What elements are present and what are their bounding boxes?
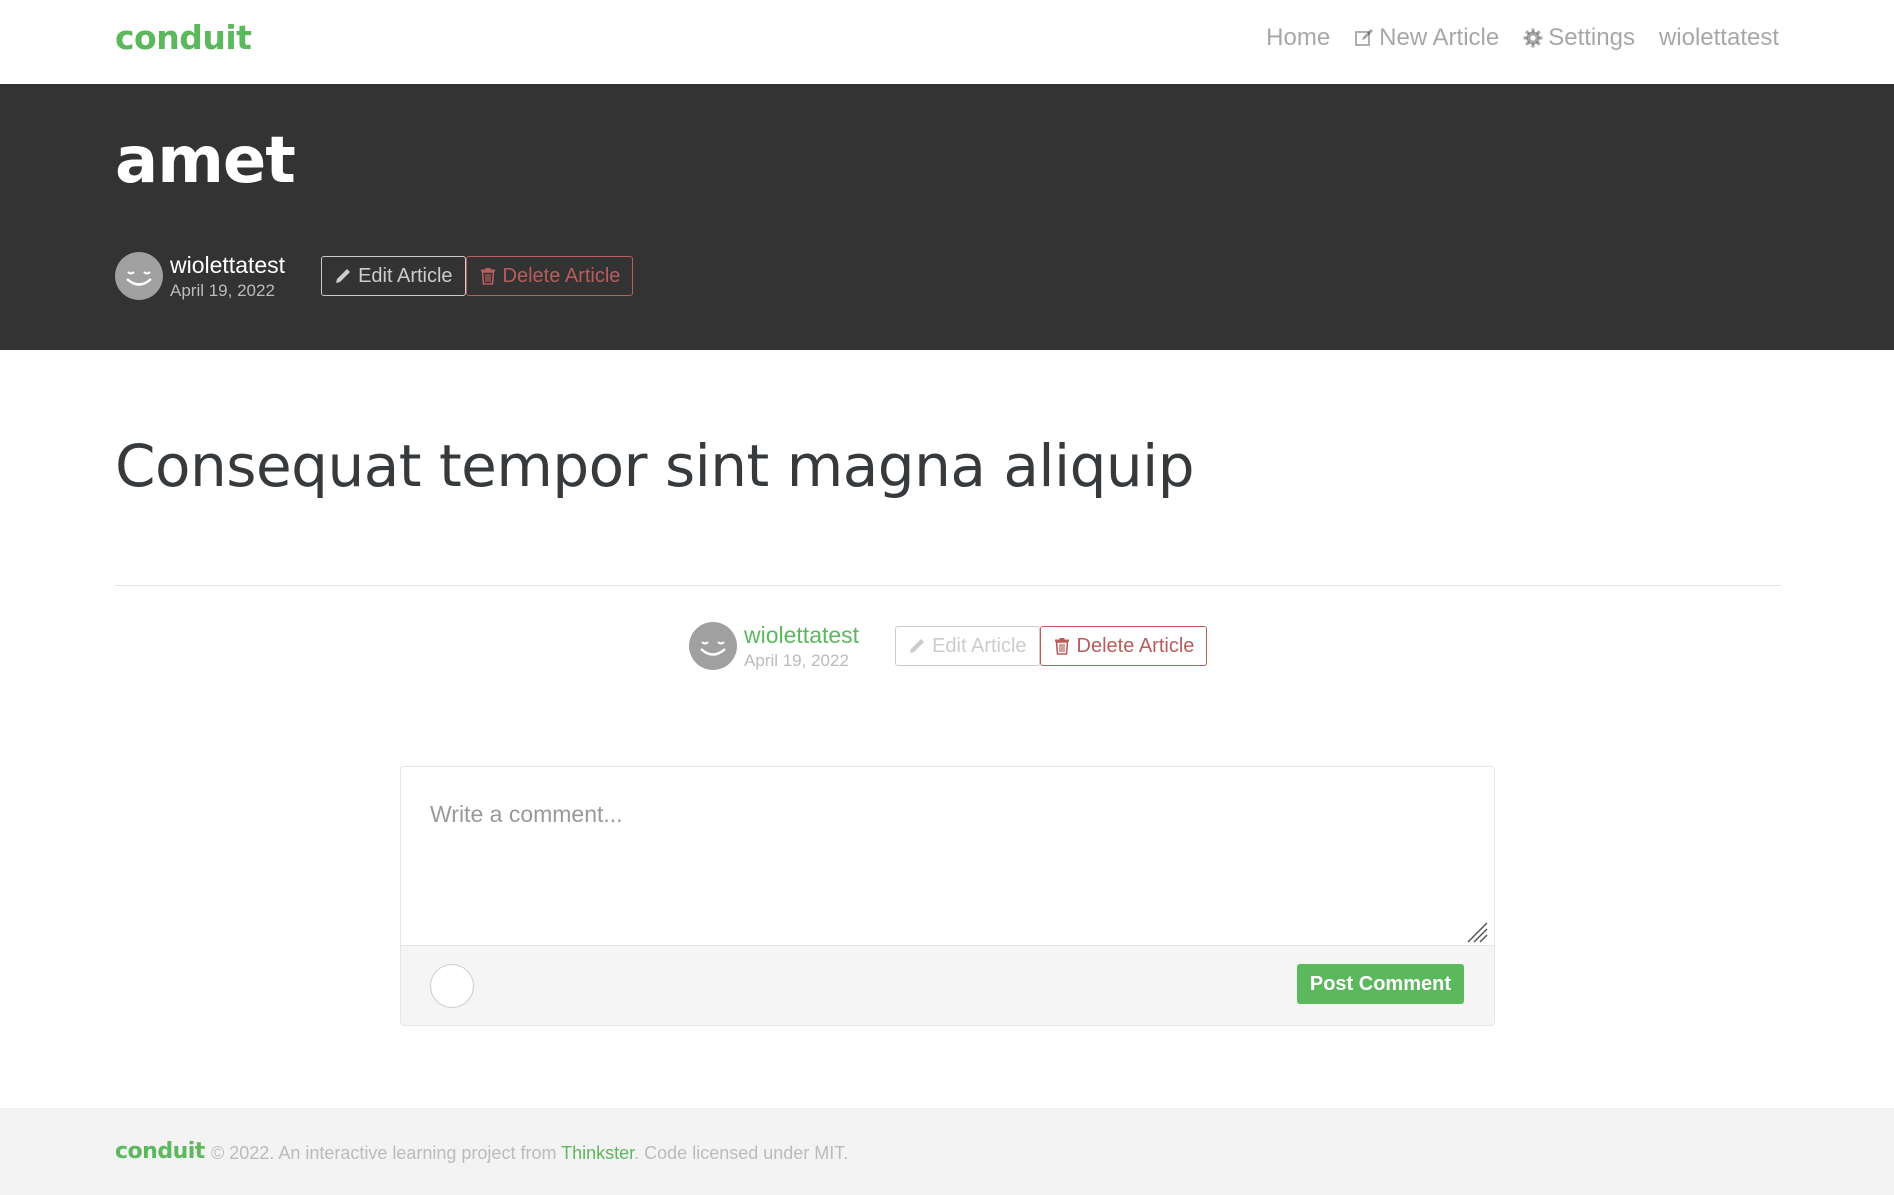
navbar: conduit Home New Article Settings wiolet… bbox=[0, 0, 1894, 84]
footer-text-before: © 2022. An interactive learning project … bbox=[211, 1143, 562, 1163]
author-info: wiolettatest April 19, 2022 bbox=[170, 253, 285, 300]
nav-home[interactable]: Home bbox=[1266, 24, 1330, 52]
nav-new-article-label: New Article bbox=[1379, 24, 1500, 51]
comment-input[interactable] bbox=[401, 767, 1494, 945]
trash-icon bbox=[1054, 638, 1069, 655]
nav-settings[interactable]: Settings bbox=[1523, 24, 1635, 52]
article-banner: amet wiolettatest April 19, 2022 Edit Ar… bbox=[0, 84, 1894, 350]
edit-article-label: Edit Article bbox=[358, 264, 453, 287]
article-meta-content: wiolettatest April 19, 2022 Edit Article… bbox=[689, 622, 1208, 670]
edit-article-button[interactable]: Edit Article bbox=[321, 256, 466, 296]
article-meta-banner: wiolettatest April 19, 2022 Edit Article bbox=[115, 252, 634, 300]
comment-form: Post Comment bbox=[400, 766, 1495, 1026]
pencil-icon bbox=[336, 269, 351, 283]
edit-square-icon bbox=[1355, 29, 1374, 46]
delete-article-label: Delete Article bbox=[1076, 634, 1195, 657]
author-info: wiolettatest April 19, 2022 bbox=[744, 623, 859, 670]
footer-attribution: © 2022. An interactive learning project … bbox=[211, 1143, 848, 1164]
delete-article-label: Delete Article bbox=[502, 264, 621, 287]
article-actions: Edit Article Delete Article bbox=[321, 256, 634, 296]
brand-logo[interactable]: conduit bbox=[115, 18, 252, 57]
author-avatar[interactable] bbox=[689, 622, 737, 670]
article-title: amet bbox=[115, 124, 296, 198]
post-comment-button[interactable]: Post Comment bbox=[1296, 964, 1464, 1004]
nav-new-article[interactable]: New Article bbox=[1354, 24, 1499, 52]
gear-icon bbox=[1523, 28, 1543, 48]
nav-profile-label: wiolettatest bbox=[1658, 24, 1779, 51]
comment-author-avatar bbox=[430, 964, 474, 1008]
nav-links: Home New Article Settings wiolettatest bbox=[1266, 24, 1779, 52]
footer-logo[interactable]: conduit bbox=[115, 1139, 205, 1164]
delete-article-button[interactable]: Delete Article bbox=[465, 256, 634, 296]
delete-article-button[interactable]: Delete Article bbox=[1039, 626, 1208, 666]
smiley-avatar-icon bbox=[700, 641, 726, 656]
pencil-icon bbox=[910, 639, 925, 653]
smiley-avatar-icon bbox=[126, 271, 152, 286]
author-name-link[interactable]: wiolettatest bbox=[744, 623, 859, 647]
divider bbox=[115, 585, 1781, 586]
trash-icon bbox=[480, 268, 495, 285]
comment-form-footer: Post Comment bbox=[401, 945, 1494, 1025]
nav-home-label: Home bbox=[1266, 24, 1331, 51]
edit-article-button[interactable]: Edit Article bbox=[895, 626, 1040, 666]
nav-settings-label: Settings bbox=[1548, 24, 1635, 51]
article-date: April 19, 2022 bbox=[744, 650, 849, 670]
page-footer: conduit © 2022. An interactive learning … bbox=[0, 1108, 1894, 1195]
author-avatar[interactable] bbox=[115, 252, 163, 300]
article-date: April 19, 2022 bbox=[170, 280, 275, 300]
thinkster-link[interactable]: Thinkster bbox=[561, 1143, 634, 1163]
article-actions: Edit Article Delete Article bbox=[895, 626, 1208, 666]
article-body: Consequat tempor sint magna aliquip bbox=[115, 432, 1195, 500]
author-name-link[interactable]: wiolettatest bbox=[170, 253, 285, 277]
edit-article-label: Edit Article bbox=[932, 634, 1027, 657]
resize-handle-icon[interactable] bbox=[1466, 921, 1488, 943]
footer-text-after: . Code licensed under MIT. bbox=[634, 1143, 849, 1163]
nav-profile[interactable]: wiolettatest bbox=[1659, 24, 1779, 52]
